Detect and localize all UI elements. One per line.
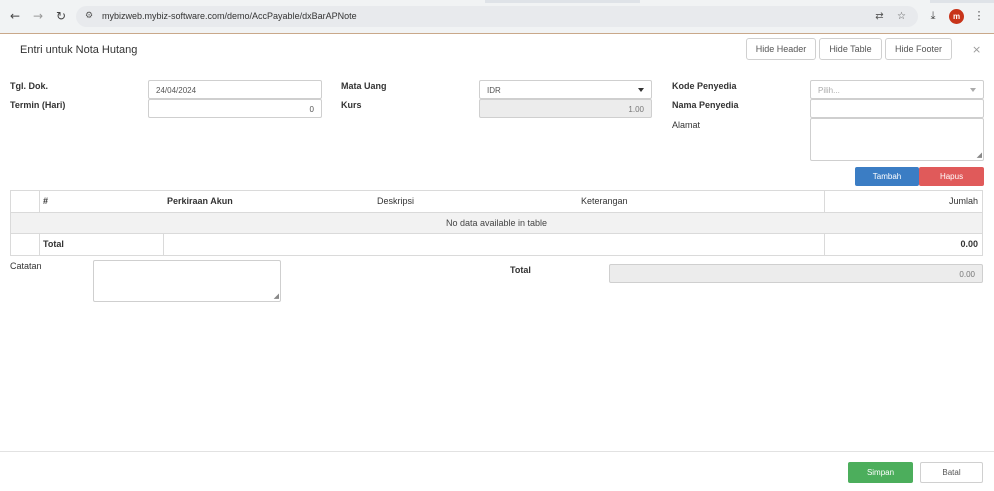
hapus-button[interactable]: Hapus [919,167,984,186]
download-icon[interactable]: ⤓ [925,8,941,24]
kurs-input[interactable]: 1.00 [479,99,652,118]
chevron-down-icon [638,88,644,92]
tgl-dok-input[interactable]: 24/04/2024 [148,80,322,99]
table-footer-row: Total 0.00 [11,234,982,255]
termin-label: Termin (Hari) [10,100,66,110]
bookmark-star-icon[interactable]: ☆ [895,10,908,23]
table-total-value: 0.00 [960,239,978,249]
alamat-label: Alamat [672,120,701,130]
column-header-keterangan[interactable]: Keterangan [581,191,628,212]
total-input[interactable]: 0.00 [609,264,983,283]
catatan-textarea[interactable]: ◢ [93,260,281,302]
avatar[interactable]: m [949,9,964,24]
empty-row: No data available in table [11,213,982,234]
modal-title: Entri untuk Nota Hutang [20,44,138,56]
tgl-dok-label: Tgl. Dok. [10,81,48,91]
kode-penyedia-placeholder: Pilih... [818,86,840,95]
total-label: Total [510,265,531,275]
footer-divider [0,451,994,452]
kurs-label: Kurs [341,100,362,110]
resize-grip-icon[interactable]: ◢ [274,293,279,300]
column-header-number[interactable]: # [43,191,48,212]
site-settings-icon[interactable]: ⚙ [83,10,95,22]
hide-footer-button[interactable]: Hide Footer [885,38,952,60]
table-header-row: # Perkiraan Akun Deskripsi Keterangan Ju… [11,191,982,213]
alamat-textarea[interactable]: ◢ [810,118,984,161]
close-icon[interactable]: × [972,43,981,56]
chevron-down-icon [970,88,976,92]
nama-penyedia-label: Nama Penyedia [672,100,739,110]
column-header-deskripsi[interactable]: Deskripsi [377,191,414,212]
browser-chrome: ← → ↻ ⚙ mybizweb.mybiz-software.com/demo… [0,0,994,33]
resize-grip-icon[interactable]: ◢ [977,152,982,159]
mata-uang-value: IDR [487,86,501,95]
translate-icon[interactable]: ⇄ [873,10,886,23]
tab-strip [0,0,994,3]
reload-icon[interactable]: ↻ [53,8,69,24]
forward-icon[interactable]: → [30,8,46,24]
catatan-label: Catatan [10,261,42,271]
column-header-perkiraan-akun[interactable]: Perkiraan Akun [167,191,233,212]
url-text[interactable]: mybizweb.mybiz-software.com/demo/AccPaya… [102,11,357,21]
kode-penyedia-label: Kode Penyedia [672,81,737,91]
mata-uang-select[interactable]: IDR [479,80,652,99]
detail-table: # Perkiraan Akun Deskripsi Keterangan Ju… [10,190,983,256]
kode-penyedia-select[interactable]: Pilih... [810,80,984,99]
tambah-button[interactable]: Tambah [855,167,919,186]
hide-table-button[interactable]: Hide Table [819,38,882,60]
table-total-label: Total [43,239,64,249]
back-icon[interactable]: ← [7,8,23,24]
kebab-menu-icon[interactable]: ⋮ [971,8,987,24]
nama-penyedia-input[interactable] [810,99,984,118]
column-header-jumlah[interactable]: Jumlah [949,191,978,212]
address-bar[interactable]: ⚙ mybizweb.mybiz-software.com/demo/AccPa… [76,6,918,27]
modal-dialog: Entri untuk Nota Hutang Hide Header Hide… [0,33,994,491]
mata-uang-label: Mata Uang [341,81,387,91]
batal-button[interactable]: Batal [920,462,983,483]
termin-input[interactable]: 0 [148,99,322,118]
hide-header-button[interactable]: Hide Header [746,38,816,60]
simpan-button[interactable]: Simpan [848,462,913,483]
